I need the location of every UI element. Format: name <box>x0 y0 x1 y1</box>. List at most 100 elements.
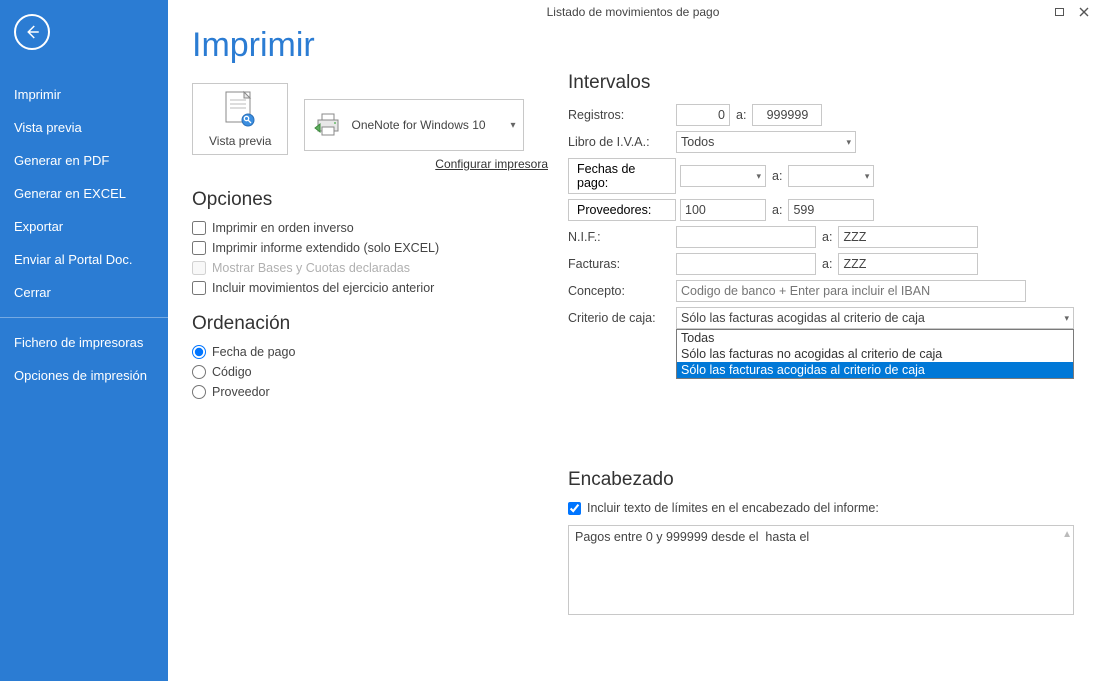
opt-prev-ex[interactable]: Incluir movimientos del ejercicio anteri… <box>192 281 552 295</box>
concepto-label: Concepto: <box>568 284 676 298</box>
nif-from[interactable] <box>676 226 816 248</box>
vista-previa-button[interactable]: Vista previa <box>192 83 288 155</box>
main-area: Listado de movimientos de pago Imprimir … <box>168 0 1098 681</box>
chevron-down-icon: ▾ <box>1058 313 1069 324</box>
prov-from[interactable] <box>680 199 766 221</box>
row-fechas: Fechas de pago: ▾ a: ▾ <box>568 158 1074 194</box>
ord-prov[interactable]: Proveedor <box>192 385 552 399</box>
ord-prov-label: Proveedor <box>212 385 270 399</box>
printer-name: OneNote for Windows 10 <box>351 118 510 132</box>
a-sep: a: <box>822 230 832 244</box>
fact-to[interactable] <box>838 253 978 275</box>
opt-extended[interactable]: Imprimir informe extendido (solo EXCEL) <box>192 241 552 255</box>
criterio-dropdown[interactable]: Sólo las facturas acogidas al criterio d… <box>676 307 1074 329</box>
row-criterio: Criterio de caja: Sólo las facturas acog… <box>568 307 1074 329</box>
ord-codigo-label: Código <box>212 365 252 379</box>
opt-extended-check[interactable] <box>192 241 206 255</box>
fact-from[interactable] <box>676 253 816 275</box>
page-title: Imprimir <box>192 26 1074 65</box>
enc-include-label: Incluir texto de límites en el encabezad… <box>587 501 879 515</box>
back-button[interactable] <box>14 14 50 50</box>
opt-extended-label: Imprimir informe extendido (solo EXCEL) <box>212 241 439 255</box>
ord-codigo[interactable]: Código <box>192 365 552 379</box>
opt-inverse[interactable]: Imprimir en orden inverso <box>192 221 552 235</box>
prov-to[interactable] <box>788 199 874 221</box>
encabezado-heading: Encabezado <box>568 469 1074 491</box>
chevron-down-icon: ▾ <box>510 120 515 131</box>
restore-icon <box>1054 6 1066 18</box>
fecha-to[interactable]: ▾ <box>788 165 874 187</box>
a-sep: a: <box>822 257 832 271</box>
window-title: Listado de movimientos de pago <box>168 5 1098 19</box>
sidebar-item-imprimir[interactable]: Imprimir <box>0 78 168 111</box>
sidebar-item-portal[interactable]: Enviar al Portal Doc. <box>0 243 168 276</box>
registros-label: Registros: <box>568 108 676 122</box>
sidebar-item-vista-previa[interactable]: Vista previa <box>0 111 168 144</box>
row-concepto: Concepto: <box>568 280 1074 302</box>
a-sep: a: <box>772 203 782 217</box>
libro-label: Libro de I.V.A.: <box>568 135 676 149</box>
libro-value: Todos <box>681 135 714 149</box>
registros-from[interactable] <box>676 104 730 126</box>
sidebar-item-exportar[interactable]: Exportar <box>0 210 168 243</box>
registros-to[interactable] <box>752 104 822 126</box>
restore-button[interactable] <box>1052 4 1068 20</box>
printer-icon <box>313 111 343 139</box>
concepto-input[interactable] <box>676 280 1026 302</box>
proveedores-button[interactable]: Proveedores: <box>568 199 676 221</box>
opt-prev-ex-check[interactable] <box>192 281 206 295</box>
criterio-opt-1[interactable]: Sólo las facturas no acogidas al criteri… <box>677 346 1073 362</box>
row-libro: Libro de I.V.A.: Todos ▾ <box>568 131 1074 153</box>
ord-fecha-label: Fecha de pago <box>212 345 295 359</box>
sidebar-item-opciones-imp[interactable]: Opciones de impresión <box>0 359 168 392</box>
row-registros: Registros: a: <box>568 104 1074 126</box>
row-proveedores: Proveedores: a: <box>568 199 1074 221</box>
close-icon <box>1078 6 1090 18</box>
titlebar: Listado de movimientos de pago <box>168 0 1098 24</box>
opt-prev-ex-label: Incluir movimientos del ejercicio anteri… <box>212 281 434 295</box>
close-button[interactable] <box>1076 4 1092 20</box>
printer-selector[interactable]: OneNote for Windows 10 ▾ <box>304 99 524 151</box>
row-nif: N.I.F.: a: <box>568 226 1074 248</box>
ord-fecha-radio[interactable] <box>192 345 206 359</box>
chevron-down-icon: ▾ <box>859 171 870 182</box>
document-preview-icon <box>222 90 258 130</box>
vista-previa-label: Vista previa <box>209 134 271 148</box>
opt-inverse-label: Imprimir en orden inverso <box>212 221 354 235</box>
enc-include[interactable]: Incluir texto de límites en el encabezad… <box>568 501 1074 515</box>
ord-fecha[interactable]: Fecha de pago <box>192 345 552 359</box>
configure-printer-link[interactable]: Configurar impresora <box>304 157 548 171</box>
criterio-value: Sólo las facturas acogidas al criterio d… <box>681 311 925 325</box>
nif-to[interactable] <box>838 226 978 248</box>
ord-codigo-radio[interactable] <box>192 365 206 379</box>
opt-bases-label: Mostrar Bases y Cuotas declaradas <box>212 261 410 275</box>
sidebar: Imprimir Vista previa Generar en PDF Gen… <box>0 0 168 681</box>
enc-textarea[interactable] <box>568 525 1074 615</box>
facturas-label: Facturas: <box>568 257 676 271</box>
libro-dropdown[interactable]: Todos ▾ <box>676 131 856 153</box>
sidebar-item-pdf[interactable]: Generar en PDF <box>0 144 168 177</box>
chevron-down-icon: ▾ <box>840 137 851 148</box>
sidebar-item-excel[interactable]: Generar en EXCEL <box>0 177 168 210</box>
orden-heading: Ordenación <box>192 313 552 335</box>
fechas-button[interactable]: Fechas de pago: <box>568 158 676 194</box>
opt-bases: Mostrar Bases y Cuotas declaradas <box>192 261 552 275</box>
criterio-opt-2[interactable]: Sólo las facturas acogidas al criterio d… <box>677 362 1073 378</box>
a-sep: a: <box>736 108 746 122</box>
intervalos-heading: Intervalos <box>568 72 1074 94</box>
scroll-up-icon: ▲ <box>1062 529 1072 540</box>
arrow-left-icon <box>23 23 41 41</box>
fecha-from[interactable]: ▾ <box>680 165 766 187</box>
criterio-opt-0[interactable]: Todas <box>677 330 1073 346</box>
opt-inverse-check[interactable] <box>192 221 206 235</box>
nif-label: N.I.F.: <box>568 230 676 244</box>
sidebar-separator <box>0 317 168 318</box>
ord-prov-radio[interactable] <box>192 385 206 399</box>
sidebar-item-cerrar[interactable]: Cerrar <box>0 276 168 309</box>
a-sep: a: <box>772 169 782 183</box>
enc-include-check[interactable] <box>568 502 581 515</box>
sidebar-item-fichero[interactable]: Fichero de impresoras <box>0 326 168 359</box>
chevron-down-icon: ▾ <box>750 171 761 182</box>
row-facturas: Facturas: a: <box>568 253 1074 275</box>
opt-bases-check <box>192 261 206 275</box>
